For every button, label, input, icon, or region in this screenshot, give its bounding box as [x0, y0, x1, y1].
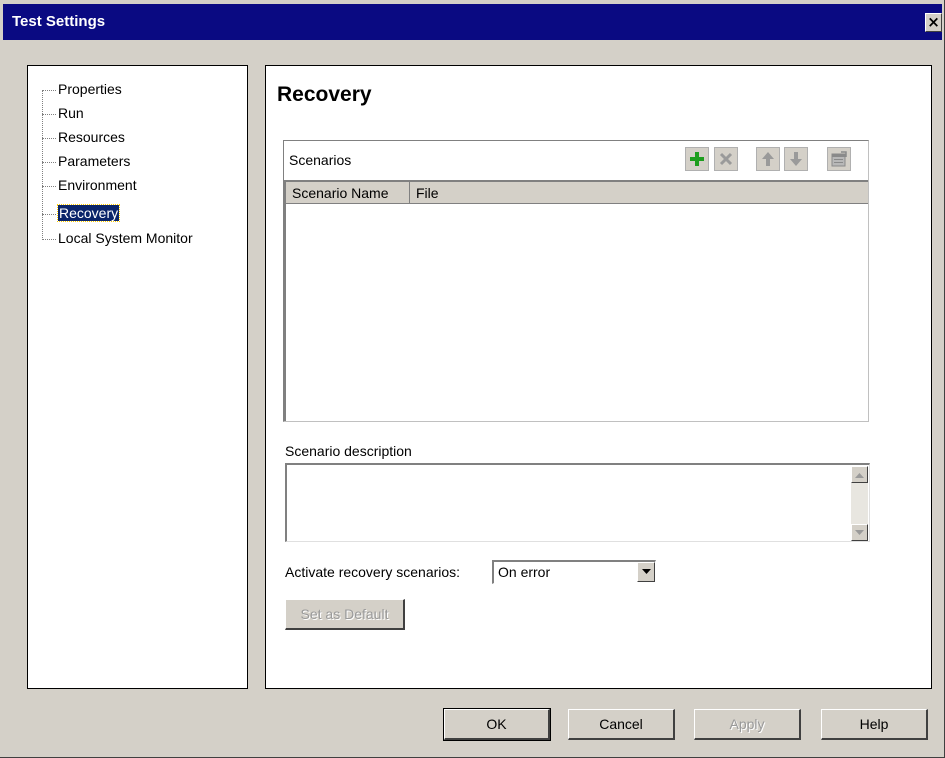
tree-item-label: Environment — [58, 177, 137, 193]
close-icon: × — [927, 13, 940, 31]
tree-branch-line — [42, 137, 56, 139]
scenario-properties-button[interactable] — [827, 147, 851, 171]
recovery-page: Recovery Scenarios Scenario Name File Sc… — [265, 65, 932, 689]
tree-item-parameters[interactable]: Parameters — [42, 150, 130, 172]
tree-item-label: Parameters — [58, 153, 131, 169]
ok-button[interactable]: OK — [443, 708, 551, 741]
tree-branch-line — [42, 238, 56, 240]
description-scrollbar[interactable] — [851, 466, 868, 541]
move-down-button[interactable] — [784, 147, 808, 171]
table-header: Scenario Name File — [286, 182, 868, 204]
move-down-icon — [790, 152, 802, 166]
properties-icon — [831, 151, 847, 167]
scroll-up-icon — [855, 472, 864, 478]
activate-recovery-label: Activate recovery scenarios: — [285, 564, 461, 580]
scenarios-toolbar: Scenarios — [284, 141, 868, 180]
tree-item-recovery[interactable]: Recovery — [42, 202, 121, 224]
add-icon — [690, 152, 704, 166]
tree-item-label: Run — [58, 105, 84, 121]
chevron-down-icon — [641, 569, 651, 574]
tree-item-label: Properties — [58, 81, 122, 97]
page-title: Recovery — [277, 83, 372, 106]
cancel-button[interactable]: Cancel — [568, 709, 675, 740]
tree-item-label: Local System Monitor — [58, 230, 193, 246]
activate-recovery-value: On error — [498, 564, 551, 580]
column-header-file[interactable]: File — [410, 182, 870, 204]
tree-item-run[interactable]: Run — [42, 102, 84, 124]
tree-item-local-system-monitor[interactable]: Local System Monitor — [42, 227, 193, 249]
tree-branch-line — [42, 213, 56, 215]
scenarios-label: Scenarios — [289, 152, 352, 168]
test-settings-dialog: Test Settings × Properties Run Resources… — [0, 0, 945, 758]
scenario-description-label: Scenario description — [285, 443, 412, 459]
tree-branch-line — [42, 113, 56, 115]
scroll-up-button[interactable] — [851, 466, 868, 483]
set-as-default-button[interactable]: Set as Default — [285, 599, 405, 630]
settings-tree: Properties Run Resources Parameters Envi… — [27, 65, 248, 689]
move-up-button[interactable] — [756, 147, 780, 171]
move-up-icon — [762, 152, 774, 166]
tree-branch-line — [42, 89, 56, 91]
help-button[interactable]: Help — [821, 709, 928, 740]
delete-icon — [719, 152, 733, 166]
activate-recovery-select[interactable]: On error — [492, 560, 656, 584]
tree-branch-line — [42, 185, 56, 187]
tree-item-label: Recovery — [56, 204, 121, 222]
title-bar[interactable]: Test Settings × — [3, 4, 942, 40]
close-button[interactable]: × — [925, 13, 942, 32]
scenario-description-field[interactable] — [285, 463, 870, 542]
scroll-down-button[interactable] — [851, 524, 868, 541]
window-title: Test Settings — [12, 13, 106, 30]
tree-item-label: Resources — [58, 129, 125, 145]
scenarios-group: Scenarios Scenario Name File — [283, 140, 869, 422]
column-header-scenario-name[interactable]: Scenario Name — [286, 182, 410, 204]
apply-button[interactable]: Apply — [694, 709, 801, 740]
dropdown-button[interactable] — [637, 562, 655, 582]
tree-item-resources[interactable]: Resources — [42, 126, 125, 148]
scenarios-table[interactable]: Scenario Name File — [284, 180, 868, 421]
scroll-down-icon — [855, 529, 864, 535]
tree-item-properties[interactable]: Properties — [42, 78, 122, 100]
tree-branch-line — [42, 161, 56, 163]
add-scenario-button[interactable] — [685, 147, 709, 171]
tree-item-environment[interactable]: Environment — [42, 174, 137, 196]
delete-scenario-button[interactable] — [714, 147, 738, 171]
